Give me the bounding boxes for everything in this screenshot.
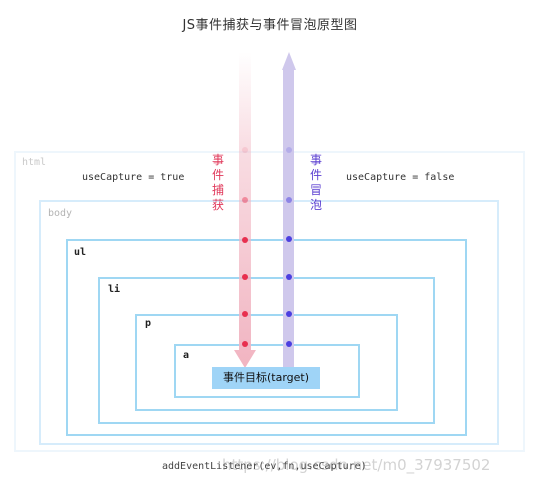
- event-flow-diagram: JS事件捕获与事件冒泡原型图 html body ul li p a useCa…: [0, 0, 540, 486]
- bubble-dot: [286, 236, 292, 242]
- event-capture-label: 事件捕获: [211, 153, 224, 212]
- bubble-dot: [286, 311, 292, 317]
- capture-dot: [242, 341, 248, 347]
- capture-dot: [242, 147, 248, 153]
- bubble-dot: [286, 341, 292, 347]
- capture-dot: [242, 311, 248, 317]
- event-target-box: 事件目标(target): [212, 367, 320, 389]
- event-bubble-label: 事件冒泡: [309, 153, 322, 212]
- bubble-arrow: [282, 52, 296, 368]
- bubble-dot: [286, 274, 292, 280]
- capture-dot: [242, 237, 248, 243]
- bubble-dot: [286, 197, 292, 203]
- bubble-dot: [286, 147, 292, 153]
- capture-arrow: [234, 52, 256, 368]
- add-event-listener-signature: addEventListener(ev,fn,useCapture): [162, 461, 367, 472]
- flow-arrows: [234, 52, 296, 368]
- capture-dot: [242, 197, 248, 203]
- capture-dot: [242, 274, 248, 280]
